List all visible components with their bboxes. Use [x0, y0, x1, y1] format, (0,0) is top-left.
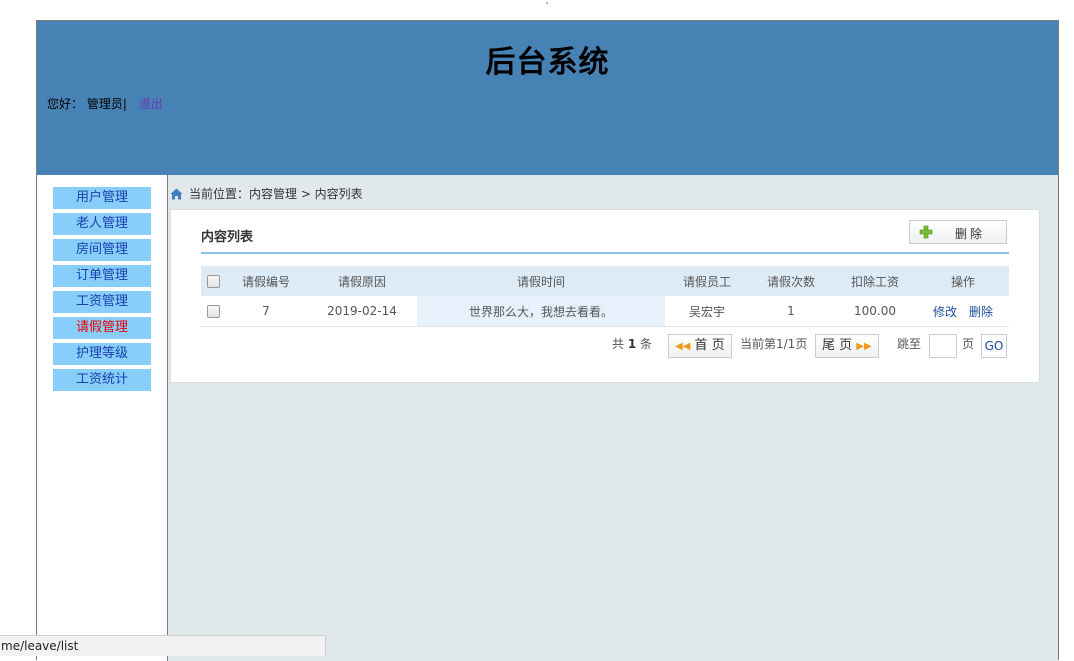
header: 后台系统 您好： 管理员| 退出: [37, 21, 1058, 175]
batch-delete-button[interactable]: 删除: [909, 220, 1007, 244]
row-checkbox[interactable]: [206, 305, 220, 318]
home-icon: [170, 188, 183, 203]
title-divider: [201, 252, 1009, 254]
first-page-button[interactable]: ◀◀ 首 页: [668, 334, 732, 358]
table-header-row: 请假编号 请假原因 请假时间 请假员工 请假次数 扣除工资 操作: [201, 266, 1009, 296]
status-bar-url: me/leave/list: [0, 635, 326, 656]
select-all-checkbox[interactable]: [206, 275, 220, 288]
sidebar-item-salary-stats[interactable]: 工资统计: [53, 369, 151, 391]
last-page-button[interactable]: 尾 页 ▶▶: [815, 334, 879, 358]
total-prefix: 共: [612, 337, 625, 351]
sidebar-item-leave[interactable]: 请假管理: [53, 317, 151, 339]
page-title: 后台系统: [485, 45, 610, 80]
total-value: 1: [627, 337, 637, 351]
col-leave-time: 请假时间: [417, 266, 665, 296]
sidebar-item-orders[interactable]: 订单管理: [53, 265, 151, 287]
double-left-arrow-icon: ◀◀: [675, 341, 691, 352]
sidebar: 用户管理 老人管理 房间管理 订单管理 工资管理 请假管理 护理等级 工资统计: [37, 175, 168, 661]
total-count: 共 1 条: [612, 335, 652, 352]
content-panel: 内容列表 删除 请假编号 请假原因 请假时间 请假员工 请假次数 扣除工资 操作…: [170, 209, 1040, 383]
select-all-cell: [201, 266, 225, 296]
col-deduction: 扣除工资: [833, 266, 917, 296]
main-content: 当前位置：内容管理 > 内容列表 内容列表 删除 请假编号 请假原因 请假时间 …: [168, 175, 1058, 661]
sidebar-item-care-level[interactable]: 护理等级: [53, 343, 151, 365]
batch-delete-label: 删除: [955, 227, 986, 241]
cell-leave-time: 世界那么大，我想去看看。: [417, 296, 665, 327]
plus-icon: [919, 225, 933, 242]
col-leave-count: 请假次数: [749, 266, 833, 296]
cell-employee: 吴宏宇: [665, 296, 749, 327]
table-row: 7 2019-02-14 世界那么大，我想去看看。 吴宏宇 1 100.00 修…: [201, 296, 1009, 327]
sidebar-item-salary[interactable]: 工资管理: [53, 291, 151, 313]
user-name: 管理员|: [86, 97, 127, 111]
col-leave-id: 请假编号: [225, 266, 307, 296]
greeting: 您好： 管理员| 退出: [47, 95, 163, 112]
row-select-cell: [201, 296, 225, 327]
cell-leave-count: 1: [749, 296, 833, 327]
first-page-label: 首 页: [694, 338, 725, 353]
col-employee: 请假员工: [665, 266, 749, 296]
sidebar-menu: 用户管理 老人管理 房间管理 订单管理 工资管理 请假管理 护理等级 工资统计: [53, 187, 151, 395]
current-page: 当前第1/1页: [740, 337, 808, 351]
cell-deduction: 100.00: [833, 296, 917, 327]
go-button[interactable]: GO: [981, 334, 1007, 358]
edit-link[interactable]: 修改: [933, 305, 957, 319]
panel-title: 内容列表: [201, 230, 254, 245]
last-page-label: 尾 页: [822, 338, 853, 353]
page-label: 页: [962, 337, 975, 351]
jump-page-input[interactable]: [929, 334, 957, 358]
leave-table: 请假编号 请假原因 请假时间 请假员工 请假次数 扣除工资 操作 7 2019-…: [201, 266, 1009, 327]
sidebar-item-elders[interactable]: 老人管理: [53, 213, 151, 235]
sidebar-item-users[interactable]: 用户管理: [53, 187, 151, 209]
breadcrumb-text: 当前位置：内容管理 > 内容列表: [189, 187, 363, 201]
cell-leave-reason: 2019-02-14: [307, 296, 417, 327]
top-mark: `: [545, 2, 550, 13]
cell-leave-id: 7: [225, 296, 307, 327]
col-leave-reason: 请假原因: [307, 266, 417, 296]
sidebar-item-rooms[interactable]: 房间管理: [53, 239, 151, 261]
total-suffix: 条: [640, 337, 653, 351]
logout-link[interactable]: 退出: [139, 97, 163, 111]
breadcrumb: 当前位置：内容管理 > 内容列表: [170, 185, 363, 203]
delete-link[interactable]: 删除: [969, 305, 993, 319]
jump-label: 跳至: [897, 337, 922, 351]
double-right-arrow-icon: ▶▶: [856, 341, 872, 352]
cell-actions: 修改 删除: [917, 296, 1009, 327]
app-frame: 后台系统 您好： 管理员| 退出 用户管理 老人管理 房间管理 订单管理 工资管…: [36, 20, 1059, 661]
col-actions: 操作: [917, 266, 1009, 296]
greeting-label: 您好：: [47, 97, 84, 111]
